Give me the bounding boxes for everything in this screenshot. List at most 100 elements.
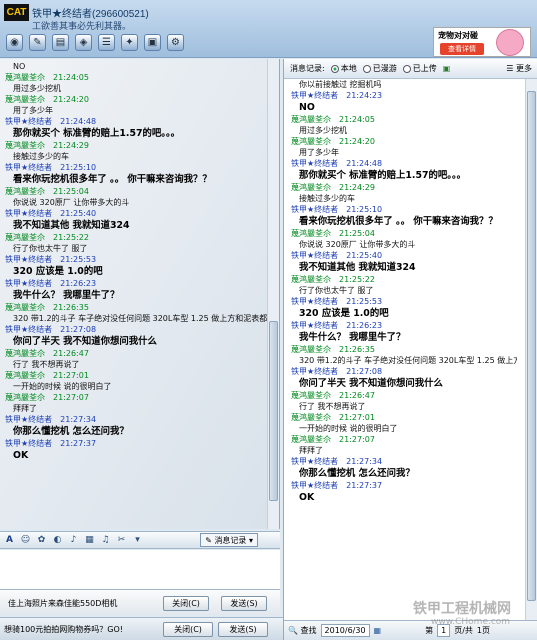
sender-name: 蔑鸿嚴荃尒 bbox=[5, 73, 45, 82]
voice-call-icon[interactable]: ✎ bbox=[29, 34, 46, 51]
calendar-icon[interactable]: ▦ bbox=[374, 626, 382, 635]
history-header: 消息记录: 本地 已漫游 已上传 ▣ ☰ 更多 bbox=[284, 59, 537, 79]
message-text: 320 带1.2的斗子 车子绝对没任何问题 320L车型 1.25 做上方和泥表… bbox=[299, 356, 517, 365]
sender-name: 铁甲★终结者 bbox=[5, 415, 53, 424]
message-text: 你问了半天 我不知道你想问我什么 bbox=[299, 378, 443, 389]
video-call-icon[interactable]: ◉ bbox=[6, 34, 23, 51]
message-time: 21:24:48 bbox=[346, 159, 383, 168]
sender-name: 铁甲★终结者 bbox=[5, 439, 53, 448]
message-time: 21:27:01 bbox=[339, 413, 375, 422]
message-header: 蔑鸿嚴荃尒 21:27:01 bbox=[291, 412, 517, 423]
right-scrollbar[interactable] bbox=[525, 79, 537, 620]
message-text: 你说说 320原厂 让你带多大的斗 bbox=[13, 198, 130, 207]
message-input[interactable] bbox=[0, 550, 280, 590]
screenshot-icon[interactable]: ✂ bbox=[115, 534, 128, 547]
send-button[interactable]: 发送(S) bbox=[221, 596, 267, 611]
message-header: 铁甲★终结者 21:25:10 bbox=[291, 204, 517, 215]
sender-name: 蔑鸿嚴荃尒 bbox=[5, 233, 45, 242]
history-label: 消息记录: bbox=[290, 64, 325, 73]
option-roamed[interactable]: 已漫游 bbox=[362, 63, 397, 74]
message-text: 用了多少年 bbox=[299, 148, 339, 157]
sender-name: 蔑鸿嚴荃尒 bbox=[291, 413, 331, 422]
group-chat-icon[interactable]: ☰ bbox=[98, 34, 115, 51]
message-header: 蔑鸿嚴荃尒 21:25:22 bbox=[5, 232, 267, 243]
close-button[interactable]: 关闭(C) bbox=[163, 596, 209, 611]
message-header: 铁甲★终结者 21:27:34 bbox=[291, 456, 517, 467]
message-text: 看来你玩挖机很多年了 。。 你干嘛来咨询我？？ bbox=[13, 174, 212, 185]
date-picker[interactable]: 2010/6/30 bbox=[320, 624, 370, 637]
top-ad-banner[interactable]: 宠物对对碰 查看详情 bbox=[433, 27, 531, 57]
message-time: 21:26:47 bbox=[339, 391, 375, 400]
more-label: 更多 bbox=[516, 64, 532, 73]
remote-assist-icon[interactable]: ◈ bbox=[75, 34, 92, 51]
nudge-icon[interactable]: ◐ bbox=[51, 534, 64, 547]
bottom-promo-link[interactable]: 想骑100元拍拍网购物券吗？GO! bbox=[4, 624, 123, 635]
sender-name: 蔑鸿嚴荃尒 bbox=[5, 141, 45, 150]
message-text: 接触过多少的车 bbox=[13, 152, 69, 161]
radio-local[interactable] bbox=[330, 64, 339, 73]
file-transfer-icon[interactable]: ▤ bbox=[52, 34, 69, 51]
find-label: 查找 bbox=[300, 626, 317, 635]
message-time: 21:25:10 bbox=[60, 163, 97, 172]
bottom-close-button[interactable]: 关闭(C) bbox=[163, 622, 213, 637]
right-scroll-thumb[interactable] bbox=[527, 91, 536, 601]
bottom-ad-link[interactable]: 佳上海照片来森佳能550D相机 bbox=[8, 598, 117, 609]
message-header: 蔑鸿嚴荃尒 21:24:05 bbox=[5, 72, 267, 83]
top-ad-title: 宠物对对碰 bbox=[438, 31, 478, 40]
message-history-label: 消息记录 bbox=[214, 536, 247, 545]
bottom-send-button[interactable]: 发送(S) bbox=[218, 622, 268, 637]
more-button[interactable]: ☰ 更多 bbox=[506, 63, 532, 74]
message-text: 你以前接触过 挖掘机吗 bbox=[299, 80, 382, 89]
message-header: 蔑鸿嚴荃尒 21:25:22 bbox=[291, 274, 517, 285]
message-header: 蔑鸿嚴荃尒 21:26:35 bbox=[5, 302, 267, 313]
export-icon[interactable]: ▣ bbox=[443, 64, 451, 73]
sender-name: 铁甲★终结者 bbox=[291, 297, 339, 306]
magic-emoji-icon[interactable]: ✿ bbox=[35, 534, 48, 547]
option-local[interactable]: 本地 bbox=[330, 63, 357, 74]
message-text: 行了你也太牛了 服了 bbox=[13, 244, 88, 253]
left-scroll-thumb[interactable] bbox=[269, 321, 278, 501]
top-ad-button[interactable]: 查看详情 bbox=[440, 43, 484, 55]
find-button[interactable]: 🔍 查找 bbox=[288, 625, 317, 636]
sender-name: 铁甲★终结者 bbox=[291, 159, 339, 168]
message-history-button[interactable]: ✎ 消息记录 ▾ bbox=[200, 533, 258, 547]
emoji-icon[interactable]: ☺ bbox=[19, 534, 32, 547]
message-text: 我不知道其他 我就知道324 bbox=[13, 220, 130, 231]
input-toolbar: A ☺ ✿ ◐ ♪ ▦ ♫ ✂ ▾ ✎ 消息记录 ▾ bbox=[0, 531, 280, 549]
message-time: 21:25:53 bbox=[346, 297, 383, 306]
sender-name: 蔑鸿嚴荃尒 bbox=[291, 137, 331, 146]
font-icon[interactable]: A bbox=[3, 534, 16, 547]
sender-name: 蔑鸿嚴荃尒 bbox=[5, 371, 45, 380]
screenshot-dropdown-icon[interactable]: ▾ bbox=[131, 534, 144, 547]
radio-uploaded[interactable] bbox=[402, 64, 411, 73]
message-header: 蔑鸿嚴荃尒 21:25:04 bbox=[291, 228, 517, 239]
sender-name: 蔑鸿嚴荃尒 bbox=[5, 393, 45, 402]
message-time: 21:25:22 bbox=[339, 275, 375, 284]
music-icon[interactable]: ♫ bbox=[99, 534, 112, 547]
message-text: 那你就买个 标准臂的赔上1.57的吧。。。 bbox=[13, 128, 181, 139]
sender-name: 铁甲★终结者 bbox=[291, 205, 339, 214]
message-text: 你那么懂挖机 怎么还问我？ bbox=[299, 468, 415, 479]
message-header: 铁甲★终结者 21:25:10 bbox=[5, 162, 267, 173]
radio-roamed[interactable] bbox=[362, 64, 371, 73]
photo-icon[interactable]: ▣ bbox=[144, 34, 161, 51]
settings-icon[interactable]: ⚙ bbox=[167, 34, 184, 51]
left-scrollbar[interactable] bbox=[267, 59, 279, 529]
sender-name: 蔑鸿嚴荃尒 bbox=[291, 435, 331, 444]
message-header: 铁甲★终结者 21:25:40 bbox=[291, 250, 517, 261]
message-text: 拜拜了 bbox=[13, 404, 37, 413]
message-text: 我牛什么？ 我哪里牛了？ bbox=[299, 332, 406, 343]
message-time: 21:26:23 bbox=[346, 321, 383, 330]
message-header: 铁甲★终结者 21:24:48 bbox=[291, 158, 517, 169]
message-time: 21:24:29 bbox=[339, 183, 375, 192]
message-time: 21:26:35 bbox=[339, 345, 375, 354]
message-time: 21:27:08 bbox=[60, 325, 97, 334]
message-text: 用过多少挖机 bbox=[13, 84, 61, 93]
send-image-icon[interactable]: ▦ bbox=[83, 534, 96, 547]
sender-name: 蔑鸿嚴荃尒 bbox=[291, 391, 331, 400]
window-title: 铁甲★终结者(296600521) bbox=[32, 9, 149, 20]
option-uploaded[interactable]: 已上传 bbox=[402, 63, 437, 74]
voice-message-icon[interactable]: ♪ bbox=[67, 534, 80, 547]
message-text: 用了多少年 bbox=[13, 106, 53, 115]
app-center-icon[interactable]: ✦ bbox=[121, 34, 138, 51]
